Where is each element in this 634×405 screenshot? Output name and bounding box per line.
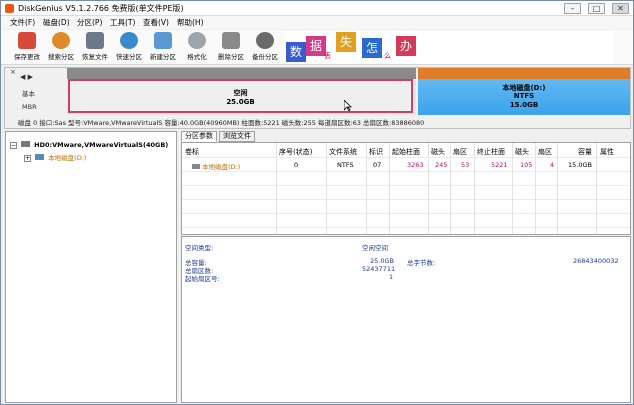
quick-partition-icon [120,32,138,49]
free-space-size: 25.0GB [226,98,255,106]
quick-partition-button[interactable]: 快速分区 [112,32,146,64]
tree-node-partition-d[interactable]: + 本地磁盘(D:) [24,152,86,162]
restore-icon [86,32,104,49]
save-changes-button[interactable]: 保存更改 [10,32,44,64]
disk-info-line: 磁盘 0 接口:Sas 型号:VMware,VMwareVirtualS 容量:… [18,119,425,127]
format-button[interactable]: 格式化 [180,32,214,64]
delete-partition-button[interactable]: 删除分区 [214,32,248,64]
menu-disk[interactable]: 磁盘(D) [43,17,70,28]
partition-d-fs: NTFS [513,92,535,100]
delete-icon [222,32,240,49]
partition-icon [192,164,200,169]
disk-tree: − HD0:VMware,VMwareVirtualS(40GB) + 本地磁盘… [5,131,177,403]
disk-type-mbr: MBR [22,103,37,111]
partition-d-block[interactable]: 本地磁盘(D:) NTFS 15.0GB [418,68,630,115]
new-partition-button[interactable]: 新建分区 [146,32,180,64]
partition-icon [35,154,45,160]
expand-icon[interactable]: + [24,155,31,162]
details-panel: 空间类型: 空闲空间 总容量: 25.0GB 总字节数: 26843400032… [181,236,631,403]
free-space-block[interactable]: 空闲 25.0GB [67,68,416,115]
menu-tools[interactable]: 工具(T) [110,17,135,28]
save-icon [18,32,36,49]
menu-partition[interactable]: 分区(P) [77,17,102,28]
tree-node-disk0[interactable]: − HD0:VMware,VMwareVirtualS(40GB) [10,141,168,149]
search-icon [52,32,70,49]
minimize-button[interactable]: – [564,3,581,14]
close-button[interactable]: ✕ [612,3,629,14]
tab-browse-files[interactable]: 浏览文件 [219,131,255,142]
promo-banner[interactable]: 数 据 丢 失 怎 么 办 [284,31,614,64]
backup-icon [256,32,274,49]
backup-partition-button[interactable]: 备份分区 [248,32,282,64]
hard-disk-icon [21,141,31,147]
menu-file[interactable]: 文件(F) [10,17,35,28]
partition-table: 卷标 序号(状态) 文件系统 标识 起始柱面 磁头 扇区 终止柱面 磁头 扇区 … [181,142,631,235]
menu-bar: 文件(F) 磁盘(D) 分区(P) 工具(T) 查看(V) 帮助(H) [1,16,633,29]
free-space-label: 空闲 [233,89,248,97]
restore-files-button[interactable]: 恢复文件 [78,32,112,64]
mouse-cursor-icon [344,100,352,112]
diskgenius-logo-icon [5,4,14,13]
disk-nav-arrows[interactable]: ◀ ▶ [20,73,33,81]
new-partition-icon [154,32,172,49]
collapse-icon[interactable]: − [10,142,17,149]
disk-map-close-icon[interactable]: × [10,68,16,76]
search-partition-button[interactable]: 搜索分区 [44,32,78,64]
window-title: DiskGenius V5.1.2.766 免费版(单文件PE版) [18,4,184,13]
menu-view[interactable]: 查看(V) [143,17,169,28]
menu-help[interactable]: 帮助(H) [177,17,204,28]
partition-d-size: 15.0GB [509,101,539,109]
disk-type-basic: 基本 [22,90,35,98]
title-bar: DiskGenius V5.1.2.766 免费版(单文件PE版) – □ ✕ [1,1,633,16]
tab-partition-params[interactable]: 分区参数 [181,131,217,142]
maximize-button[interactable]: □ [588,3,605,14]
app-window: DiskGenius V5.1.2.766 免费版(单文件PE版) – □ ✕ … [0,0,634,405]
format-icon [188,32,206,49]
